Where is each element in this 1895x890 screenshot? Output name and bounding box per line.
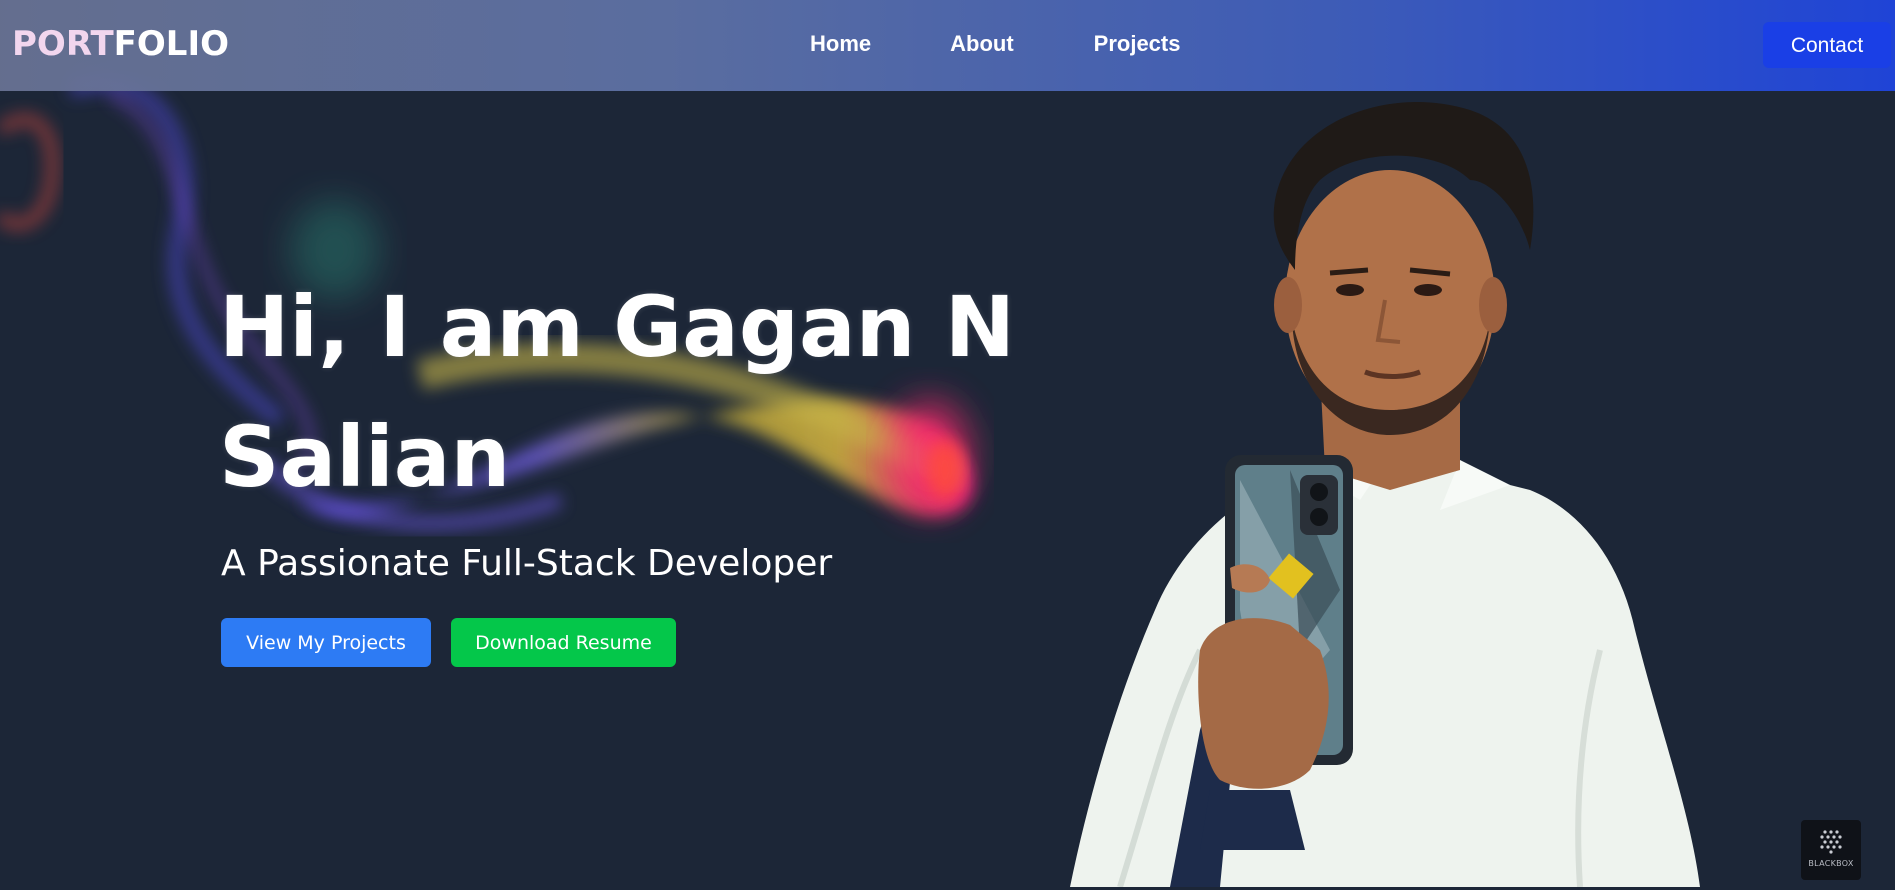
nav-link-about[interactable]: About <box>950 31 1014 57</box>
hero-subtitle: A Passionate Full-Stack Developer <box>221 543 833 584</box>
blackbox-logo-icon <box>1820 830 1842 854</box>
download-resume-button[interactable]: Download Resume <box>451 618 676 667</box>
view-projects-button[interactable]: View My Projects <box>221 618 431 667</box>
profile-photo <box>1070 102 1700 887</box>
nav-link-home[interactable]: Home <box>810 31 871 57</box>
blackbox-label: BLACKBOX <box>1808 859 1854 868</box>
hero-title-line-2: Salian <box>219 408 511 506</box>
portfolio-logo[interactable]: PORTFOLIO <box>12 24 229 64</box>
hero-title-line-1: Hi, I am Gagan N <box>219 278 1015 376</box>
nav-links: Home About Projects <box>810 31 1180 57</box>
top-navbar: PORTFOLIO Home About Projects Contact <box>0 0 1895 91</box>
portfolio-page: PORTFOLIO Home About Projects Contact Hi… <box>0 0 1895 890</box>
logo-part-port: PORT <box>12 24 114 64</box>
logo-part-folio: FOLIO <box>113 24 230 64</box>
hero-title: Hi, I am Gagan N Salian <box>219 262 1015 522</box>
blackbox-badge[interactable]: BLACKBOX <box>1801 820 1861 880</box>
nav-link-projects[interactable]: Projects <box>1094 31 1181 57</box>
contact-button[interactable]: Contact <box>1763 22 1891 68</box>
